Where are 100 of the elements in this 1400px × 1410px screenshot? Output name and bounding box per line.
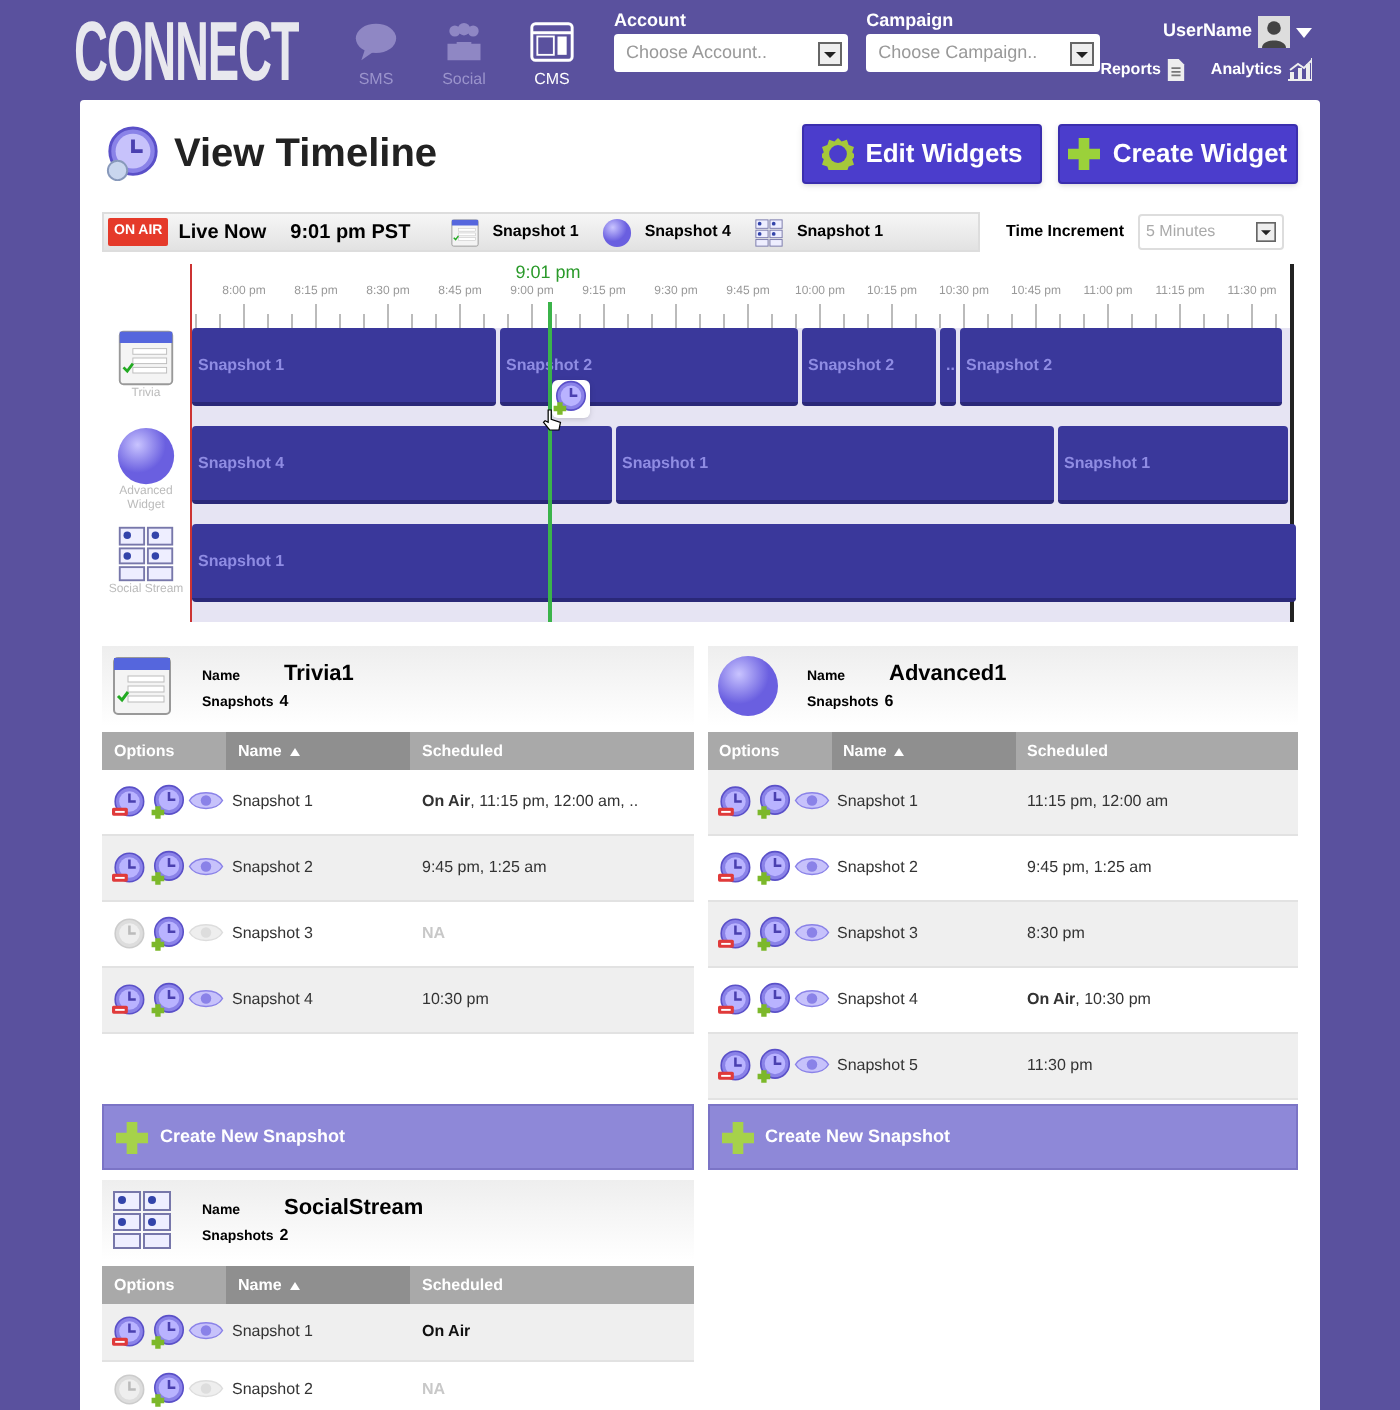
bar-chart-icon[interactable] <box>1288 58 1312 82</box>
column-header[interactable]: Scheduled <box>1015 732 1298 770</box>
header-link[interactable]: Reports <box>1100 58 1161 82</box>
grid-layout-icon <box>116 524 176 584</box>
gear-icon <box>821 138 854 170</box>
create-snapshot-button[interactable]: Create New Snapshot <box>102 1104 693 1170</box>
now-playing-label: Snapshot 1 <box>492 220 579 244</box>
document-icon[interactable] <box>1166 58 1187 82</box>
drag-handle[interactable] <box>552 380 590 418</box>
table-row[interactable]: Snapshot 1 11:15 pm, 12:00 am <box>707 770 1298 836</box>
plus-icon <box>721 1121 753 1153</box>
table-cell-text: Snapshot 2 <box>230 1378 315 1402</box>
nav-tab[interactable]: Social <box>426 8 502 92</box>
quiz-form-icon <box>450 217 481 247</box>
snapshot-block[interactable]: Snapshot 1 <box>192 328 496 406</box>
snapshot-count: 4 <box>279 690 289 714</box>
sort-arrow-icon[interactable] <box>894 747 905 755</box>
sort-arrow-icon[interactable] <box>289 747 300 755</box>
clock-plus-icon[interactable] <box>150 915 188 953</box>
clock-minus-icon[interactable] <box>717 849 755 887</box>
snapshot-block[interactable]: Snapshot 1 <box>1058 426 1288 504</box>
snapshot-count: 6 <box>884 690 894 714</box>
snapshot-block[interactable]: Snapshot 1 <box>192 524 1296 602</box>
clock-minus-icon[interactable] <box>717 1047 755 1085</box>
caret-icon[interactable] <box>1296 27 1312 37</box>
window-icon <box>528 20 576 64</box>
dropdown-field[interactable]: 5 Minutes <box>1137 214 1284 250</box>
table-cell-text: Snapshot 3 <box>835 922 920 946</box>
table-row[interactable]: Snapshot 2 9:45 pm, 1:25 am <box>102 836 693 902</box>
header-link[interactable]: Analytics <box>1210 58 1282 82</box>
dropdown-field[interactable]: Choose Campaign.. <box>866 34 1101 72</box>
column-header[interactable]: Options <box>102 1266 226 1304</box>
clock-plus-icon[interactable] <box>755 981 793 1019</box>
clock-minus-icon[interactable] <box>717 783 755 821</box>
clock-plus-icon[interactable] <box>150 981 188 1019</box>
user-name[interactable]: UserName <box>1162 18 1252 46</box>
clock-plus-icon[interactable] <box>150 849 188 887</box>
column-header[interactable]: Name <box>226 1266 410 1304</box>
snapshot-block[interactable]: .. <box>940 328 956 406</box>
clock-minus-icon[interactable] <box>112 849 150 887</box>
snapshot-block[interactable]: Snapshot 4 <box>192 426 612 504</box>
clock-minus-icon[interactable] <box>112 1313 150 1351</box>
action-button[interactable]: Edit Widgets <box>802 124 1042 184</box>
avatar-icon[interactable] <box>1258 16 1290 48</box>
page-title: View Timeline <box>174 130 438 180</box>
clock-plus-icon[interactable] <box>150 1313 188 1351</box>
connect-logo: CONNECT <box>74 8 299 96</box>
clock-minus-icon[interactable] <box>112 783 150 821</box>
live-time: 9:01 pm PST <box>290 219 411 247</box>
clock-minus-icon[interactable] <box>717 981 755 1019</box>
hand-cursor-icon <box>542 408 562 432</box>
column-header[interactable]: Name <box>226 732 410 770</box>
sphere-icon <box>116 426 176 486</box>
table-row[interactable]: Snapshot 1 On Air <box>102 1304 693 1362</box>
snapshot-block[interactable]: Snapshot 1 <box>616 426 1054 504</box>
snapshot-block[interactable]: Snapshot 2 <box>960 328 1282 406</box>
column-header[interactable]: Name <box>831 732 1015 770</box>
clock-plus-icon[interactable] <box>150 1371 188 1409</box>
table-cell-text: 10:30 pm <box>420 988 491 1012</box>
column-header[interactable]: Scheduled <box>410 1266 693 1304</box>
plus-icon <box>1068 138 1101 170</box>
clock-plus-icon[interactable] <box>755 1047 793 1085</box>
sort-arrow-icon[interactable] <box>289 1281 300 1289</box>
table-cell-text: 9:45 pm, 1:25 am <box>1025 856 1154 880</box>
table-row[interactable]: Snapshot 5 11:30 pm <box>707 1034 1298 1100</box>
widget-name: Trivia1 <box>284 659 354 689</box>
sphere-icon <box>602 217 633 247</box>
dropdown-field[interactable]: Choose Account.. <box>614 34 849 72</box>
table-cell-text: Snapshot 2 <box>835 856 920 880</box>
table-cell-text: 11:15 pm, 12:00 am <box>1025 790 1171 814</box>
table-cell-text: Snapshot 1 <box>835 790 920 814</box>
quiz-form-icon <box>110 654 174 718</box>
column-header[interactable]: Options <box>707 732 831 770</box>
clock-plus-icon[interactable] <box>150 783 188 821</box>
live-label: Live Now <box>178 219 267 247</box>
clock-plus-icon[interactable] <box>755 783 793 821</box>
create-snapshot-button[interactable]: Create New Snapshot <box>707 1104 1298 1170</box>
clock-plus-icon[interactable] <box>755 915 793 953</box>
nav-tab[interactable]: CMS <box>514 8 590 92</box>
table-row[interactable]: Snapshot 4 10:30 pm <box>102 968 693 1034</box>
column-header[interactable]: Options <box>102 732 226 770</box>
table-cell-text: Snapshot 1 <box>230 790 315 814</box>
table-cell-text: 9:45 pm, 1:25 am <box>420 856 549 880</box>
table-cell-text: Snapshot 2 <box>230 856 315 880</box>
snapshot-count: 2 <box>279 1224 289 1248</box>
clock-minus-icon[interactable] <box>112 981 150 1019</box>
plus-icon <box>116 1121 148 1153</box>
snapshot-block[interactable]: Snapshot 2 <box>802 328 936 406</box>
clock-minus-icon[interactable] <box>717 915 755 953</box>
clock-plus-icon[interactable] <box>755 849 793 887</box>
column-header[interactable]: Scheduled <box>410 732 693 770</box>
table-cell-text: 11:30 pm <box>1025 1054 1095 1078</box>
table-row[interactable]: Snapshot 3 8:30 pm <box>707 902 1298 968</box>
table-cell-text: On Air, 11:15 pm, 12:00 am, .. <box>420 790 641 814</box>
nav-tab[interactable]: SMS <box>338 8 414 92</box>
now-playing-label: Snapshot 1 <box>796 220 884 244</box>
grid-layout-icon <box>754 217 785 247</box>
table-cell-text: On Air, 10:30 pm <box>1025 988 1153 1012</box>
clock-icon <box>104 125 162 183</box>
action-button[interactable]: Create Widget <box>1058 124 1298 184</box>
